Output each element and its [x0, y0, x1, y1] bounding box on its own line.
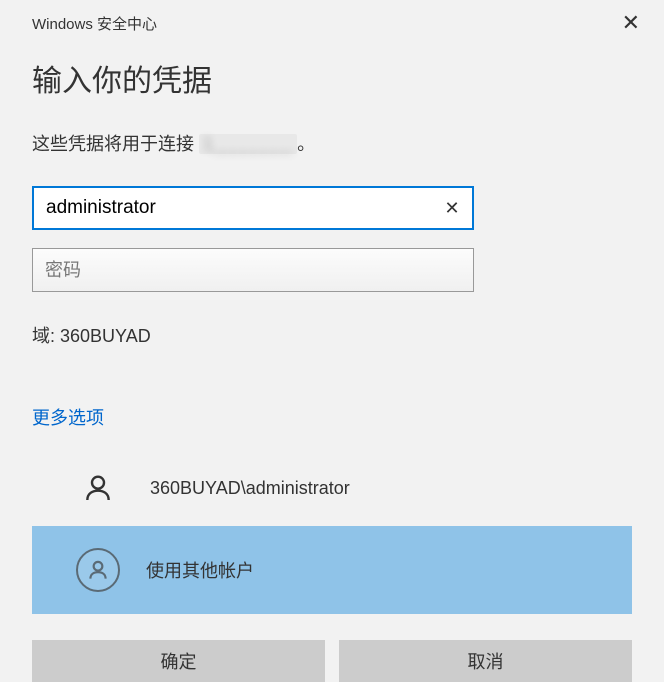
more-options-link[interactable]: 更多选项 [32, 404, 104, 430]
description-text: 这些凭据将用于连接 1________。 [32, 130, 632, 156]
titlebar: Windows 安全中心 ✕ [0, 0, 664, 42]
user-circle-icon [76, 548, 120, 592]
button-row: 确定 取消 [32, 640, 632, 682]
content-area: 输入你的凭据 这些凭据将用于连接 1________。 ✕ 域: 360BUYA… [0, 56, 664, 682]
window-title: Windows 安全中心 [32, 13, 157, 34]
close-icon[interactable]: ✕ [616, 10, 646, 36]
password-input[interactable] [33, 249, 473, 291]
clear-icon[interactable]: ✕ [432, 188, 472, 228]
account-existing-label: 360BUYAD\administrator [150, 478, 350, 499]
cancel-button[interactable]: 取消 [339, 640, 632, 682]
account-other-label: 使用其他帐户 [146, 557, 254, 583]
account-option-other[interactable]: 使用其他帐户 [32, 526, 632, 614]
blurred-host: 1________ [199, 134, 297, 154]
ok-button[interactable]: 确定 [32, 640, 325, 682]
page-title: 输入你的凭据 [32, 56, 632, 100]
username-input[interactable] [34, 188, 432, 228]
domain-label: 域: 360BUYAD [32, 322, 632, 348]
user-icon [80, 470, 116, 506]
username-field[interactable]: ✕ [32, 186, 474, 230]
account-option-existing[interactable]: 360BUYAD\administrator [32, 458, 632, 518]
password-field[interactable] [32, 248, 474, 292]
